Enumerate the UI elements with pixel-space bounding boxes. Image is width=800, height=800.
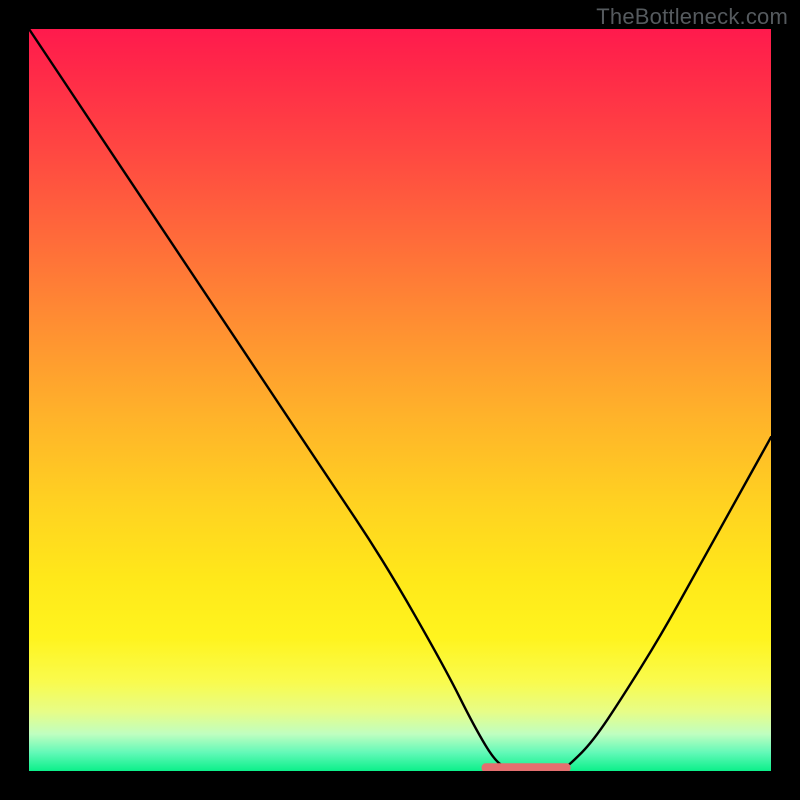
optimal-bar <box>482 763 571 771</box>
plot-area <box>29 29 771 771</box>
attribution-label: TheBottleneck.com <box>596 4 788 30</box>
chart-root: TheBottleneck.com <box>0 0 800 800</box>
annotation-layer <box>29 29 771 771</box>
